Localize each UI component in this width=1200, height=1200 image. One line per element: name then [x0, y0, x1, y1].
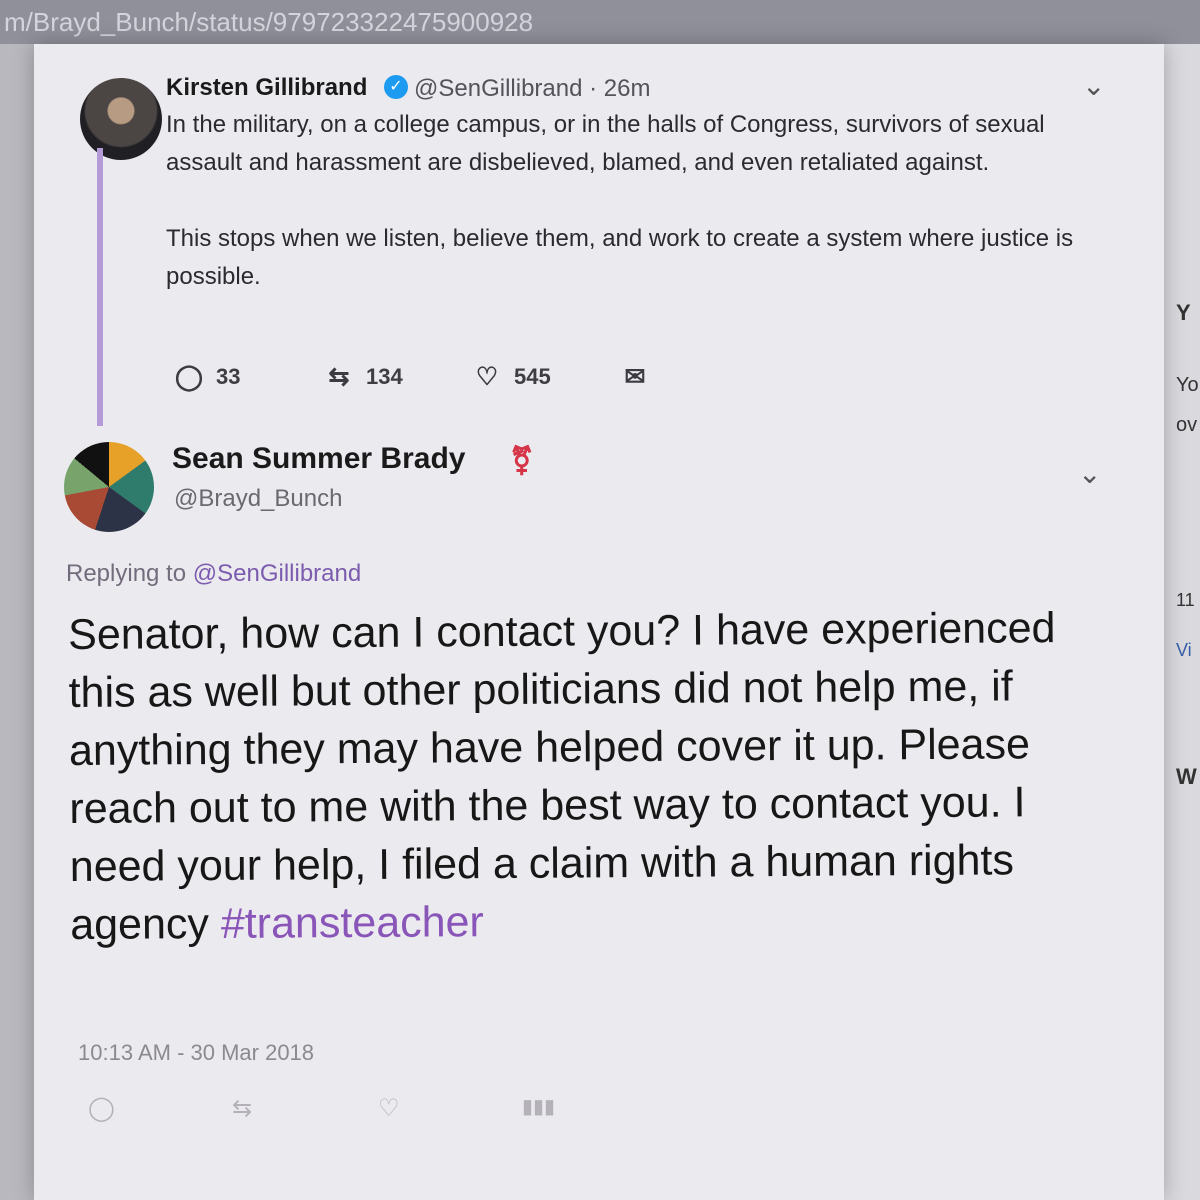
- retweet-button[interactable]: ⇆ 134: [324, 358, 403, 396]
- original-tweet-author-name[interactable]: Kirsten Gillibrand: [166, 74, 367, 102]
- reply-tweet-body: Senator, how can I contact you? I have e…: [68, 604, 1056, 949]
- replying-to-prefix: Replying to: [66, 560, 187, 587]
- original-tweet-actions: ◯ 33 ⇆ 134 ♡ 545 ✉: [174, 358, 654, 396]
- reply-icon[interactable]: ◯: [88, 1094, 115, 1123]
- reply-tweet-handle[interactable]: @Brayd_Bunch: [174, 485, 342, 513]
- original-tweet-handle-time[interactable]: @SenGillibrand · 26m: [414, 75, 650, 103]
- original-tweet-handle[interactable]: @SenGillibrand: [414, 75, 582, 102]
- right-sidebar-fragment: Y: [1176, 300, 1191, 325]
- heart-icon[interactable]: ♡: [378, 1094, 400, 1123]
- thread-connector-line: [97, 148, 103, 426]
- original-tweet-paragraph: In the military, on a college campus, or…: [166, 111, 1045, 176]
- retweet-icon: ⇆: [328, 363, 350, 391]
- reply-tweet-author-name[interactable]: Sean Summer Brady: [172, 442, 465, 476]
- browser-address-bar[interactable]: m/Brayd_Bunch/status/979723322475900928: [0, 0, 1200, 44]
- chevron-down-icon[interactable]: ⌄: [1082, 72, 1105, 100]
- avatar-kirsten-gillibrand[interactable]: [80, 78, 162, 160]
- message-button[interactable]: ✉: [620, 358, 650, 396]
- hashtag-link[interactable]: #transteacher: [221, 898, 484, 948]
- right-sidebar-fragment: 11: [1176, 590, 1195, 610]
- heart-icon: ♡: [475, 363, 499, 391]
- reply-button[interactable]: ◯ 33: [174, 358, 240, 396]
- like-count: 545: [514, 364, 551, 389]
- original-tweet-time[interactable]: 26m: [604, 75, 651, 102]
- reply-tweet-timestamp[interactable]: 10:13 AM - 30 Mar 2018: [78, 1040, 314, 1066]
- envelope-icon: ✉: [624, 363, 646, 391]
- chevron-down-icon[interactable]: ⌄: [1078, 460, 1101, 488]
- original-tweet-paragraph: This stops when we listen, believe them,…: [166, 225, 1074, 290]
- analytics-icon[interactable]: ▮▮▮: [522, 1094, 555, 1119]
- retweet-count: 134: [366, 364, 403, 389]
- separator: ·: [589, 75, 598, 102]
- replying-to-label: Replying to @SenGillibrand: [66, 560, 361, 588]
- right-sidebar-fragment: ov: [1176, 414, 1198, 436]
- right-sidebar: [1160, 44, 1200, 1200]
- replying-to-handle[interactable]: @SenGillibrand: [193, 560, 361, 587]
- reply-icon: ◯: [175, 363, 203, 391]
- right-sidebar-fragment: W: [1176, 764, 1197, 789]
- original-tweet-text: In the military, on a college campus, or…: [166, 106, 1076, 296]
- reply-count: 33: [216, 364, 241, 389]
- reply-tweet-text: Senator, how can I contact you? I have e…: [68, 599, 1100, 954]
- verified-badge-icon: ✓: [384, 75, 408, 99]
- reply-tweet-actions: ◯ ⇆ ♡ ▮▮▮: [88, 1094, 558, 1128]
- right-sidebar-fragment: Vi: [1176, 640, 1192, 660]
- avatar-sean-summer-brady[interactable]: [64, 442, 154, 532]
- right-sidebar-fragment: Yo: [1176, 374, 1199, 396]
- retweet-icon[interactable]: ⇆: [232, 1094, 252, 1123]
- transgender-symbol-icon: ⚧: [510, 445, 533, 476]
- like-button[interactable]: ♡ 545: [472, 358, 551, 396]
